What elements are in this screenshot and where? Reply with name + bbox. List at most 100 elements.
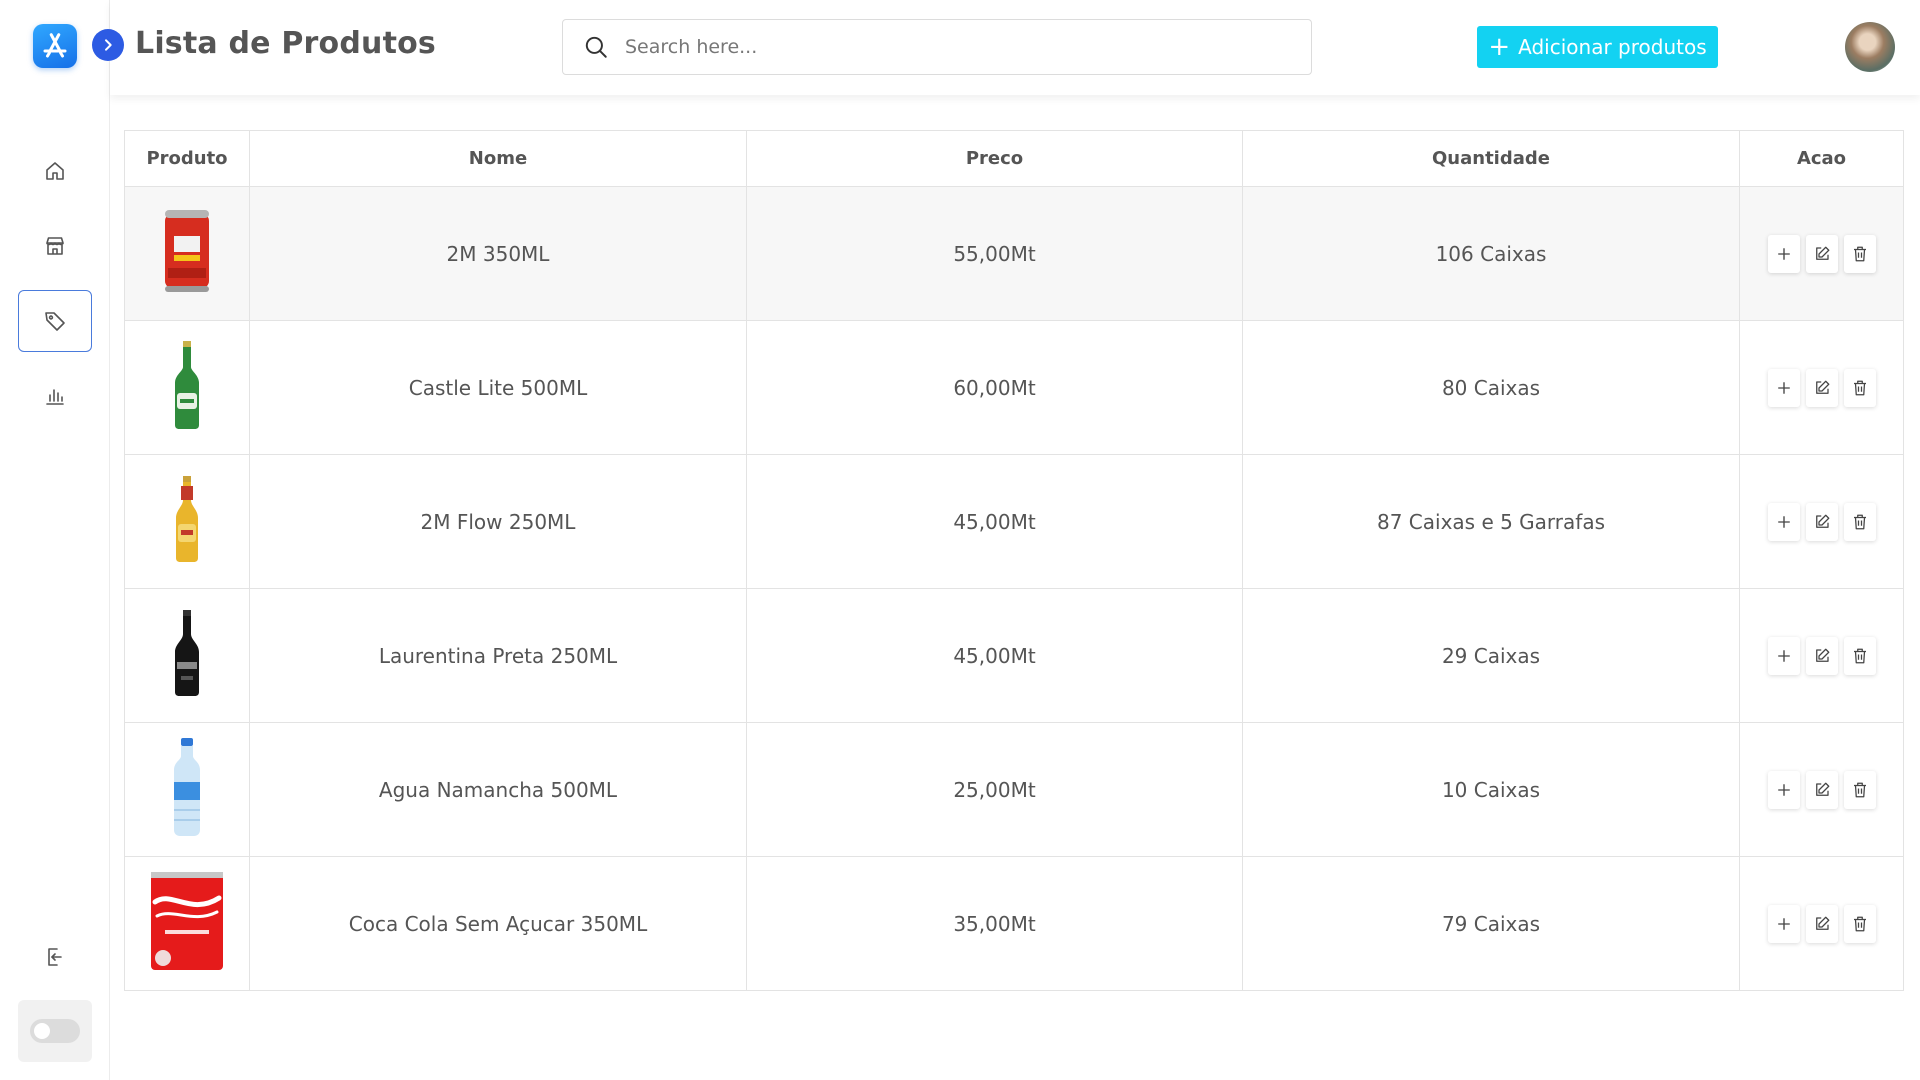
- sidebar-item-logout[interactable]: [18, 926, 92, 988]
- table-header-row: Produto Nome Preco Quantidade Acao: [124, 130, 1904, 187]
- trash-icon: [1853, 380, 1866, 395]
- product-image-cell: [124, 454, 250, 589]
- product-image-cell: [124, 856, 250, 991]
- plus-icon: [1777, 247, 1790, 260]
- product-quantity: 79 Caixas: [1242, 856, 1740, 991]
- edit-button[interactable]: [1805, 904, 1838, 943]
- sidebar: [0, 0, 110, 1080]
- delete-button[interactable]: [1843, 770, 1876, 809]
- table-row[interactable]: 2M 350ML 55,00Mt 106 Caixas: [124, 186, 1904, 321]
- plus-icon: +: [1488, 32, 1511, 62]
- column-header-nome: Nome: [249, 130, 747, 187]
- edit-icon: [1815, 514, 1829, 528]
- actions-cell: [1739, 320, 1904, 455]
- sidebar-item-products[interactable]: [18, 290, 92, 352]
- search-input[interactable]: [625, 36, 1265, 58]
- avatar[interactable]: [1845, 22, 1895, 72]
- edit-button[interactable]: [1805, 636, 1838, 675]
- table-row[interactable]: Agua Namancha 500ML 25,00Mt 10 Caixas: [124, 722, 1904, 857]
- product-price: 45,00Mt: [746, 588, 1243, 723]
- plus-icon: [1777, 381, 1790, 394]
- chevron-right-icon: [105, 39, 112, 51]
- trash-icon: [1853, 648, 1866, 663]
- edit-icon: [1815, 246, 1829, 260]
- bar-chart-icon: [46, 389, 64, 405]
- plus-icon: [1777, 917, 1790, 930]
- add-stock-button[interactable]: [1767, 904, 1800, 943]
- product-price: 25,00Mt: [746, 722, 1243, 857]
- actions-cell: [1739, 856, 1904, 991]
- product-name: Agua Namancha 500ML: [249, 722, 747, 857]
- add-stock-button[interactable]: [1767, 770, 1800, 809]
- edit-icon: [1815, 782, 1829, 796]
- add-product-label: Adicionar produtos: [1518, 35, 1707, 59]
- actions-cell: [1739, 186, 1904, 321]
- trash-icon: [1853, 246, 1866, 261]
- delete-button[interactable]: [1843, 234, 1876, 273]
- column-header-acao: Acao: [1739, 130, 1904, 187]
- edit-button[interactable]: [1805, 234, 1838, 273]
- actions-cell: [1739, 722, 1904, 857]
- edit-icon: [1815, 380, 1829, 394]
- table-row[interactable]: Coca Cola Sem Açucar 350ML 35,00Mt 79 Ca…: [124, 856, 1904, 991]
- table-row[interactable]: 2M Flow 250ML 45,00Mt 87 Caixas e 5 Garr…: [124, 454, 1904, 589]
- add-product-button[interactable]: + Adicionar produtos: [1477, 26, 1718, 68]
- edit-button[interactable]: [1805, 770, 1838, 809]
- actions-cell: [1739, 588, 1904, 723]
- column-header-quantidade: Quantidade: [1242, 130, 1740, 187]
- delete-button[interactable]: [1843, 502, 1876, 541]
- product-quantity: 10 Caixas: [1242, 722, 1740, 857]
- actions-cell: [1739, 454, 1904, 589]
- yellow-bottle-image: [176, 476, 198, 562]
- app-store-icon: [43, 33, 67, 58]
- plus-icon: [1777, 649, 1790, 662]
- app-logo[interactable]: [33, 24, 77, 68]
- delete-button[interactable]: [1843, 904, 1876, 943]
- search-icon: [585, 36, 607, 58]
- app-root: Lista de Produtos + Adicionar produtos P…: [0, 0, 1920, 1080]
- add-stock-button[interactable]: [1767, 502, 1800, 541]
- sidebar-collapse-button[interactable]: [92, 29, 124, 61]
- add-stock-button[interactable]: [1767, 234, 1800, 273]
- add-stock-button[interactable]: [1767, 368, 1800, 407]
- product-price: 35,00Mt: [746, 856, 1243, 991]
- edit-button[interactable]: [1805, 502, 1838, 541]
- product-quantity: 29 Caixas: [1242, 588, 1740, 723]
- sidebar-item-home[interactable]: [18, 140, 92, 202]
- column-header-preco: Preco: [746, 130, 1243, 187]
- table-row[interactable]: Laurentina Preta 250ML 45,00Mt 29 Caixas: [124, 588, 1904, 723]
- product-table-container: Produto Nome Preco Quantidade Acao 2M 35…: [124, 130, 1904, 991]
- product-price: 60,00Mt: [746, 320, 1243, 455]
- table-row[interactable]: Castle Lite 500ML 60,00Mt 80 Caixas: [124, 320, 1904, 455]
- search-box: [562, 19, 1312, 75]
- product-image-cell: [124, 722, 250, 857]
- tag-icon: [45, 312, 65, 331]
- product-name: 2M Flow 250ML: [249, 454, 747, 589]
- trash-icon: [1853, 514, 1866, 529]
- edit-button[interactable]: [1805, 368, 1838, 407]
- product-name: Castle Lite 500ML: [249, 320, 747, 455]
- product-name: Coca Cola Sem Açucar 350ML: [249, 856, 747, 991]
- product-quantity: 80 Caixas: [1242, 320, 1740, 455]
- sidebar-item-reports[interactable]: [18, 365, 92, 427]
- water-bottle-image: [174, 738, 200, 836]
- theme-toggle[interactable]: [30, 1019, 80, 1043]
- trash-icon: [1853, 782, 1866, 797]
- edit-icon: [1815, 916, 1829, 930]
- coke-can-image: [151, 872, 223, 970]
- add-stock-button[interactable]: [1767, 636, 1800, 675]
- black-bottle-image: [175, 610, 199, 696]
- delete-button[interactable]: [1843, 368, 1876, 407]
- edit-icon: [1815, 648, 1829, 662]
- product-price: 55,00Mt: [746, 186, 1243, 321]
- theme-toggle-container: [18, 1000, 92, 1062]
- header: Lista de Produtos + Adicionar produtos: [92, 0, 1920, 95]
- plus-icon: [1777, 515, 1790, 528]
- product-image-cell: [124, 588, 250, 723]
- delete-button[interactable]: [1843, 636, 1876, 675]
- red-can-image: [165, 210, 209, 292]
- home-icon: [46, 162, 64, 180]
- column-header-produto: Produto: [124, 130, 250, 187]
- page-title: Lista de Produtos: [135, 26, 436, 61]
- sidebar-item-store[interactable]: [18, 215, 92, 277]
